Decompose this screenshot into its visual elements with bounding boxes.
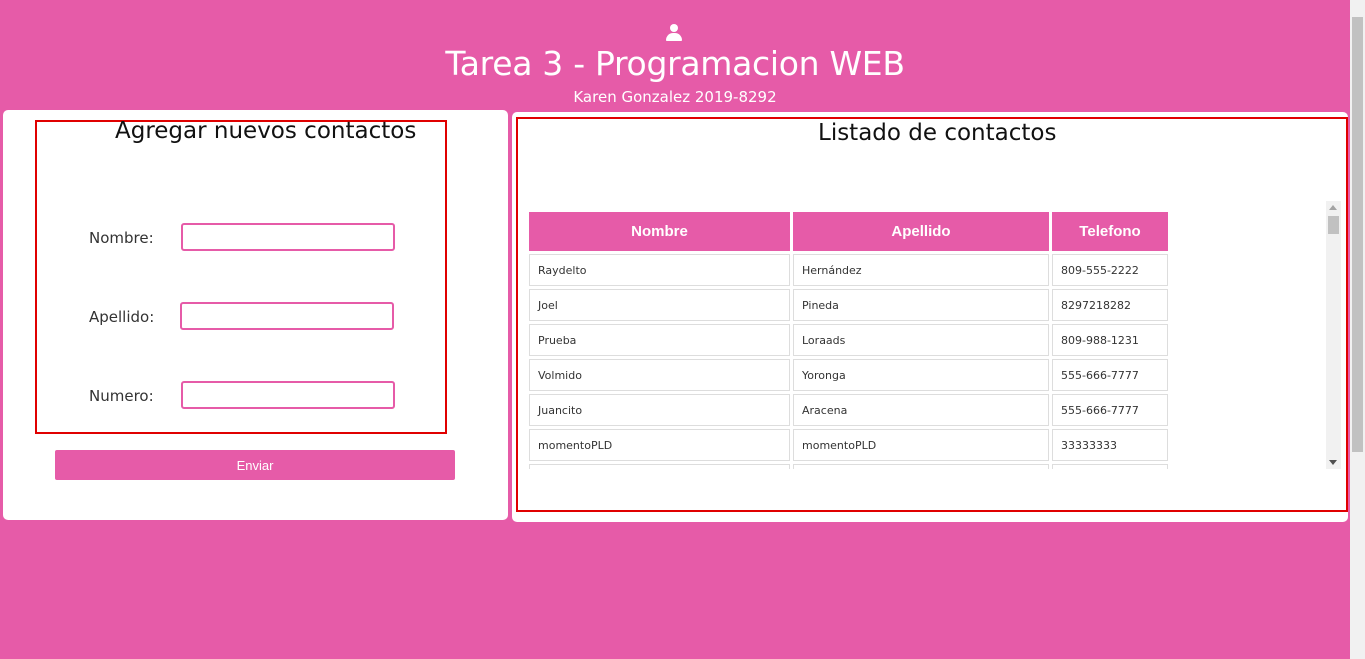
- table-row[interactable]: Raydelto Hernández 809-555-2222: [529, 254, 1168, 286]
- numero-label: Numero:: [89, 387, 154, 405]
- cell-nombre: Volmido: [529, 359, 790, 391]
- contacts-table: Nombre Apellido Telefono Raydelto Hernánd…: [528, 209, 1171, 469]
- column-header-nombre[interactable]: Nombre: [529, 212, 790, 251]
- scroll-down-icon[interactable]: [1329, 460, 1337, 465]
- cell-apellido: [793, 464, 1049, 469]
- table-row[interactable]: Joel Pineda 8297218282: [529, 289, 1168, 321]
- table-row[interactable]: Volmido Yoronga 555-666-7777: [529, 359, 1168, 391]
- nombre-label: Nombre:: [89, 229, 154, 247]
- cell-nombre: [529, 464, 790, 469]
- cell-telefono: 555-666-7777: [1052, 394, 1168, 426]
- table-header-row: Nombre Apellido Telefono: [529, 212, 1168, 251]
- table-row[interactable]: Prueba Loraads 809-988-1231: [529, 324, 1168, 356]
- table-row[interactable]: Juancito Aracena 555-666-7777: [529, 394, 1168, 426]
- cell-apellido: momentoPLD: [793, 429, 1049, 461]
- page-scroll-thumb[interactable]: [1352, 17, 1363, 452]
- page-title: Tarea 3 - Programacion WEB: [445, 44, 905, 83]
- cell-apellido: Hernández: [793, 254, 1049, 286]
- numero-input[interactable]: [181, 381, 395, 409]
- cell-telefono: 809-555-2222: [1052, 254, 1168, 286]
- cell-telefono: 809-988-1231: [1052, 324, 1168, 356]
- form-title: Agregar nuevos contactos: [115, 118, 417, 144]
- scroll-thumb[interactable]: [1328, 216, 1339, 234]
- user-icon: [666, 24, 682, 41]
- column-header-apellido[interactable]: Apellido: [793, 212, 1049, 251]
- cell-nombre: Juancito: [529, 394, 790, 426]
- contacts-table-container[interactable]: Nombre Apellido Telefono Raydelto Hernánd…: [528, 201, 1341, 469]
- table-row[interactable]: [529, 464, 1168, 469]
- cell-apellido: Yoronga: [793, 359, 1049, 391]
- page-subtitle: Karen Gonzalez 2019-8292: [573, 88, 777, 106]
- list-title: Listado de contactos: [818, 120, 1057, 146]
- page-scrollbar[interactable]: [1350, 0, 1365, 659]
- cell-nombre: Joel: [529, 289, 790, 321]
- cell-apellido: Pineda: [793, 289, 1049, 321]
- cell-apellido: Loraads: [793, 324, 1049, 356]
- cell-nombre: momentoPLD: [529, 429, 790, 461]
- table-scrollbar[interactable]: [1326, 201, 1341, 469]
- column-header-telefono[interactable]: Telefono: [1052, 212, 1168, 251]
- nombre-input[interactable]: [181, 223, 395, 251]
- table-row[interactable]: momentoPLD momentoPLD 33333333: [529, 429, 1168, 461]
- cell-telefono: [1052, 464, 1168, 469]
- cell-telefono: 33333333: [1052, 429, 1168, 461]
- enviar-button[interactable]: Enviar: [55, 450, 455, 480]
- cell-nombre: Prueba: [529, 324, 790, 356]
- apellido-label: Apellido:: [89, 308, 155, 326]
- cell-nombre: Raydelto: [529, 254, 790, 286]
- apellido-input[interactable]: [180, 302, 394, 330]
- cell-telefono: 8297218282: [1052, 289, 1168, 321]
- scroll-up-icon[interactable]: [1329, 205, 1337, 210]
- cell-telefono: 555-666-7777: [1052, 359, 1168, 391]
- cell-apellido: Aracena: [793, 394, 1049, 426]
